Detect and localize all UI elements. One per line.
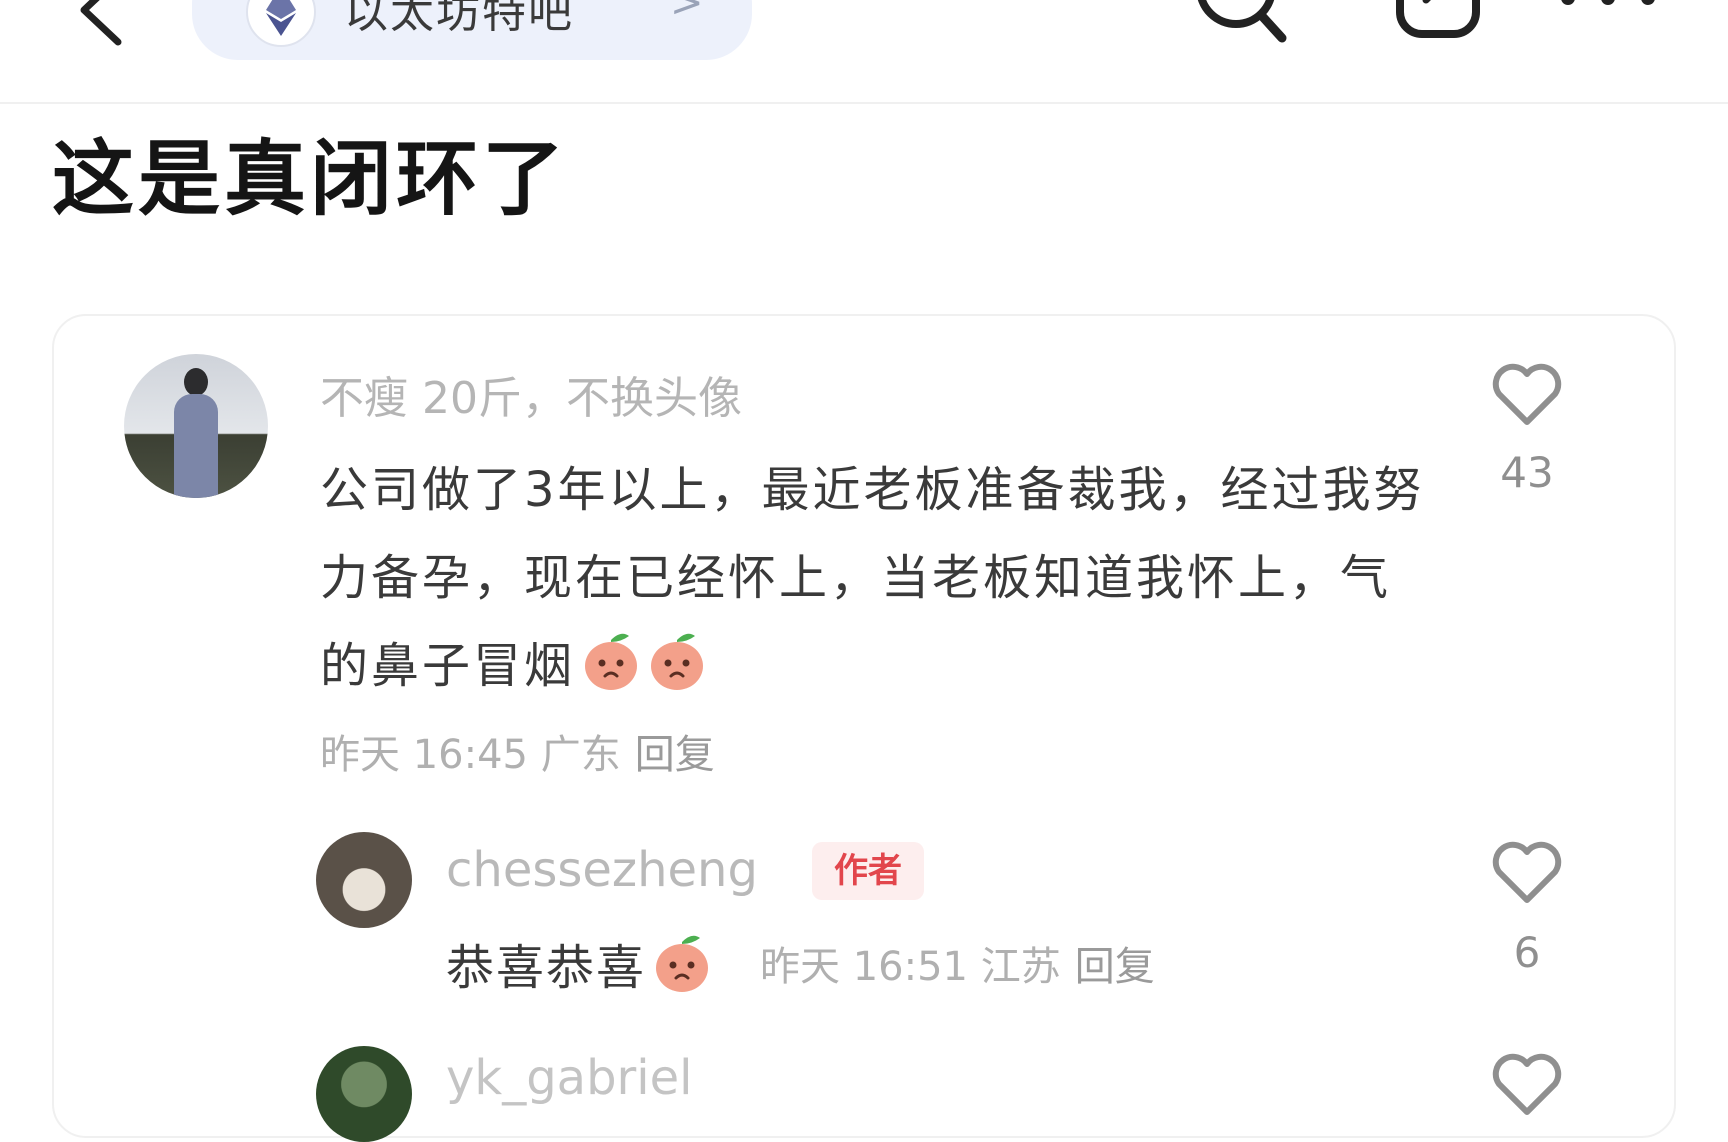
reply-meta: 昨天 16:51 江苏 回复 <box>760 934 1155 992</box>
heart-icon[interactable] <box>1491 840 1563 906</box>
reply-reply-button[interactable]: 回复 <box>1075 944 1155 990</box>
reply-body: 恭喜恭喜 <box>446 928 712 998</box>
peach-face-emoji <box>647 630 707 692</box>
comment-author[interactable]: 不瘦 20斤，不换头像 <box>320 362 742 426</box>
next-reply-avatar[interactable] <box>316 1046 412 1142</box>
reply-timestamp-location: 昨天 16:51 江苏 <box>760 944 1061 990</box>
peach-face-emoji <box>652 932 712 994</box>
ethereum-logo-icon <box>246 0 316 47</box>
comment-text: 公司做了3年以上，最近老板准备裁我，经过我努力备孕，现在已经怀上，当老板知道我怀… <box>320 462 1425 694</box>
author-badge: 作者 <box>812 842 924 900</box>
avatar-figure-body <box>174 394 218 498</box>
comment-card <box>52 314 1676 1138</box>
comment-body: 公司做了3年以上，最近老板准备裁我，经过我努力备孕，现在已经怀上，当老板知道我怀… <box>320 446 1430 710</box>
top-bar: 以太坊特吧 > <box>0 0 1728 104</box>
reply-button[interactable]: 回复 <box>635 732 715 778</box>
like-count: 43 <box>1500 448 1554 497</box>
reply-author[interactable]: chessezheng <box>446 842 758 898</box>
more-dots-icon[interactable] <box>1548 0 1668 30</box>
heart-icon[interactable] <box>1491 1052 1563 1118</box>
peach-face-emoji <box>581 630 641 692</box>
chevron-right-icon: > <box>670 0 704 26</box>
reply-avatar[interactable] <box>316 832 412 928</box>
next-reply-author[interactable]: yk_gabriel <box>446 1050 693 1106</box>
comment-timestamp-location: 昨天 16:45 广东 <box>320 732 621 778</box>
avatar-figure-head <box>184 368 208 396</box>
search-icon[interactable] <box>1192 0 1292 50</box>
reply-text: 恭喜恭喜 <box>446 940 647 996</box>
share-icon[interactable] <box>1392 0 1492 50</box>
topic-name: 以太坊特吧 <box>344 0 574 38</box>
topic-pill[interactable]: 以太坊特吧 > <box>192 0 752 60</box>
chevron-left-icon[interactable] <box>70 0 130 50</box>
post-title: 这是真闭环了 <box>52 132 569 227</box>
like-count: 6 <box>1513 928 1541 977</box>
comment-meta: 昨天 16:45 广东 回复 <box>320 722 715 780</box>
avatar[interactable] <box>124 354 268 498</box>
heart-icon[interactable] <box>1491 362 1563 428</box>
